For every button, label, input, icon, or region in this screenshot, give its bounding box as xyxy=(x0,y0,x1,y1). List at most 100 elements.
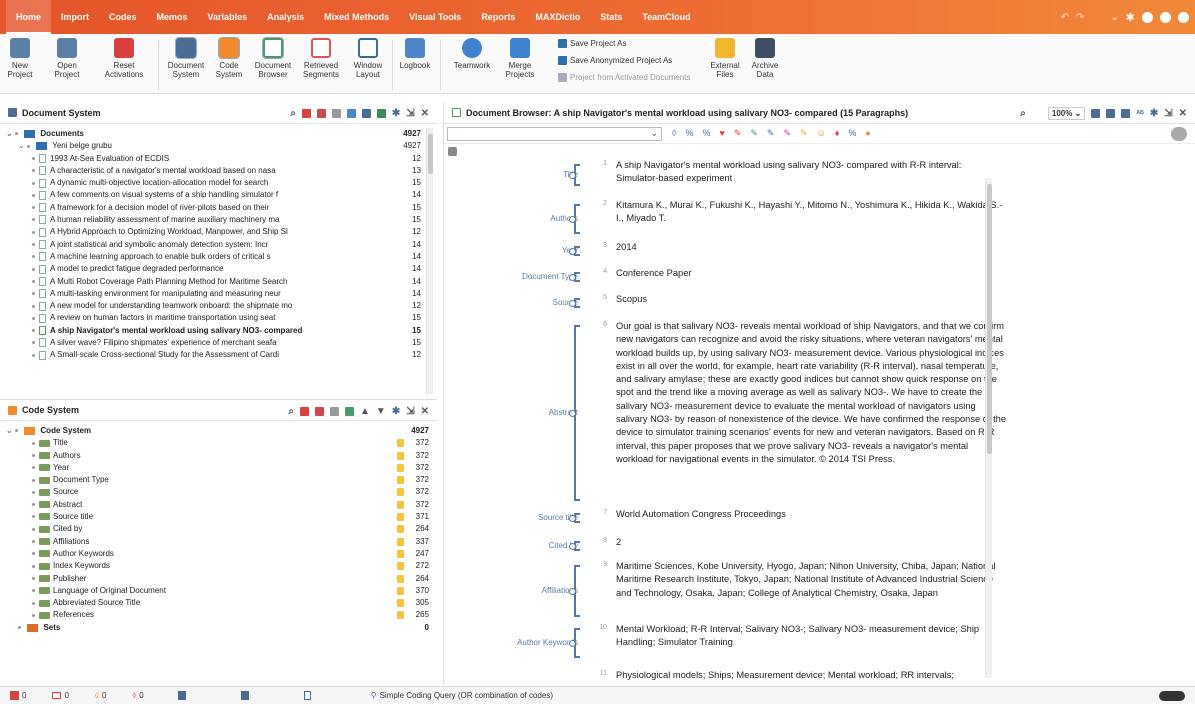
code-icon[interactable]: ◊ xyxy=(672,128,676,139)
menu-codes[interactable]: Codes xyxy=(99,0,147,34)
menu-variables[interactable]: Variables xyxy=(198,0,258,34)
code-row[interactable]: Authors 372 xyxy=(6,450,437,462)
magenta-marker-icon[interactable]: ✎ xyxy=(783,128,791,139)
menu-analysis[interactable]: Analysis xyxy=(257,0,314,34)
spellcheck-icon[interactable]: ᴬᴮ xyxy=(1136,109,1144,118)
code-row[interactable]: Abstract 372 xyxy=(6,499,437,511)
toggle-icon[interactable] xyxy=(1171,127,1187,141)
coding-stripe-node[interactable] xyxy=(569,216,576,223)
new-doc-icon[interactable] xyxy=(361,108,371,118)
document-scrollbar[interactable] xyxy=(426,128,433,394)
menu-memos[interactable]: Memos xyxy=(147,0,198,34)
menu-stats[interactable]: Stats xyxy=(590,0,632,34)
in-vivo-icon[interactable]: % xyxy=(685,128,693,139)
document-row[interactable]: 1993 At-Sea Evaluation of ECDIS 12 xyxy=(6,153,437,165)
code-row[interactable]: Author Keywords 247 xyxy=(6,548,437,560)
project-from-activated-button[interactable]: Project from Activated Documents xyxy=(558,73,691,82)
coding-stripe-node[interactable] xyxy=(569,640,576,647)
code-row[interactable]: Document Type 372 xyxy=(6,474,437,486)
import-icon[interactable] xyxy=(346,108,356,118)
gear-icon[interactable]: ✱ xyxy=(392,108,400,119)
code-row[interactable]: Affiliations 337 xyxy=(6,536,437,548)
code-row[interactable]: Cited by 264 xyxy=(6,523,437,535)
coding-stripe-node[interactable] xyxy=(569,300,576,307)
document-row[interactable]: A characteristic of a navigator's mental… xyxy=(6,165,437,177)
reset-activations-button[interactable]: Reset Activations xyxy=(104,38,144,79)
search-icon[interactable]: ⌕ xyxy=(290,108,296,119)
coding-stripe-node[interactable] xyxy=(569,515,576,522)
help-icon[interactable] xyxy=(1160,11,1171,23)
search-icon[interactable]: ⌕ xyxy=(1020,108,1026,119)
document-group[interactable]: ⌄ Yeni belge grubu 4927 xyxy=(6,140,437,152)
arrow-up-icon[interactable]: ▲ xyxy=(360,406,370,417)
code-row[interactable]: Source title 371 xyxy=(6,511,437,523)
retrieved-segments-button[interactable]: Retrieved Segments xyxy=(301,38,341,79)
doc-group-icon[interactable] xyxy=(376,108,386,118)
code-row[interactable]: Title 372 xyxy=(6,437,437,449)
menu-mixed-methods[interactable]: Mixed Methods xyxy=(314,0,399,34)
funnel-icon[interactable] xyxy=(330,406,340,416)
document-browser-button[interactable]: Document Browser xyxy=(253,37,293,79)
code-combo[interactable]: ⌄ xyxy=(447,127,662,141)
coding-stripe-node[interactable] xyxy=(569,410,576,417)
document-row[interactable]: A Small-scale Cross-sectional Study for … xyxy=(6,349,437,361)
document-row[interactable]: A framework for a decision model of rive… xyxy=(6,202,437,214)
browser-scrollbar[interactable] xyxy=(985,178,992,678)
new-project-button[interactable]: New Project xyxy=(8,38,32,79)
code-row[interactable]: Language of Original Document 370 xyxy=(6,585,437,597)
undock-icon[interactable]: ⇲ xyxy=(406,108,414,119)
yellow-marker-icon[interactable]: ✎ xyxy=(800,128,808,139)
coding-query-mode[interactable]: ⚲ Simple Coding Query (OR combination of … xyxy=(371,691,553,700)
document-row[interactable]: A new model for understanding teamwork o… xyxy=(6,300,437,312)
blue-marker-icon[interactable]: ✎ xyxy=(767,128,775,139)
page-icon[interactable] xyxy=(303,691,311,700)
status-docs[interactable]: 0 xyxy=(10,691,26,700)
logbook-button[interactable]: Logbook xyxy=(398,38,432,70)
theme-icon[interactable] xyxy=(1142,11,1153,23)
gear-icon[interactable]: ✱ xyxy=(1150,108,1158,119)
status-segments[interactable]: ◊ 0 xyxy=(95,691,106,700)
status-weights[interactable]: ◊ 0 xyxy=(132,691,143,700)
users-icon[interactable] xyxy=(240,691,249,700)
document-row[interactable]: A dynamic multi-objective location-alloc… xyxy=(6,177,437,189)
code-row[interactable]: Year 372 xyxy=(6,462,437,474)
document-row[interactable]: A ship Navigator's mental workload using… xyxy=(6,325,437,337)
coding-stripe-node[interactable] xyxy=(569,248,576,255)
menu-reports[interactable]: Reports xyxy=(471,0,525,34)
teamwork-button[interactable]: Teamwork xyxy=(452,38,492,70)
document-row[interactable]: A human reliability assessment of marine… xyxy=(6,214,437,226)
code-row[interactable]: Index Keywords 272 xyxy=(6,560,437,572)
code-row[interactable]: Abbreviated Source Title 305 xyxy=(6,597,437,609)
undo-icon[interactable]: ↶ xyxy=(1061,12,1069,23)
document-row[interactable]: A few comments on visual systems of a sh… xyxy=(6,189,437,201)
export-icon[interactable] xyxy=(1121,108,1131,118)
save-project-as-button[interactable]: Save Project As xyxy=(558,39,626,48)
close-icon[interactable]: ✕ xyxy=(421,406,429,417)
coding-stripe-node[interactable] xyxy=(569,588,576,595)
coding-stripe-node[interactable] xyxy=(569,172,576,179)
document-system-button[interactable]: Document System xyxy=(166,37,206,79)
search-icon[interactable]: ⌕ xyxy=(288,406,294,417)
close-icon[interactable]: ✕ xyxy=(1179,108,1187,119)
user-icon[interactable] xyxy=(177,691,186,700)
emoticode-icon[interactable]: ♥ xyxy=(719,128,724,139)
document-row[interactable]: A machine learning approach to enable bu… xyxy=(6,251,437,263)
scroll-thumb[interactable] xyxy=(987,184,992,454)
status-codes[interactable]: 0 xyxy=(52,691,69,700)
code-filter-icon[interactable] xyxy=(315,406,325,416)
new-code-icon[interactable] xyxy=(345,406,355,416)
code-row[interactable]: References 265 xyxy=(6,609,437,621)
code-system-root[interactable]: ⌄ Code System 4927 xyxy=(6,425,437,437)
activate-code-icon[interactable] xyxy=(300,406,310,416)
menu-import[interactable]: Import xyxy=(51,0,99,34)
archive-data-button[interactable]: Archive Data xyxy=(750,38,780,79)
code-row[interactable]: Source 372 xyxy=(6,486,437,498)
menu-visual-tools[interactable]: Visual Tools xyxy=(399,0,471,34)
open-project-button[interactable]: Open Project xyxy=(52,38,82,79)
document-row[interactable]: A joint statistical and symbolic anomaly… xyxy=(6,239,437,251)
merge-projects-button[interactable]: Merge Projects xyxy=(505,38,535,79)
red-marker-icon[interactable]: ✎ xyxy=(734,128,742,139)
documents-root[interactable]: ⌄ Documents 4927 xyxy=(6,128,437,140)
document-row[interactable]: A review on human factors in maritime tr… xyxy=(6,312,437,324)
coding-stripe-node[interactable] xyxy=(569,274,576,281)
